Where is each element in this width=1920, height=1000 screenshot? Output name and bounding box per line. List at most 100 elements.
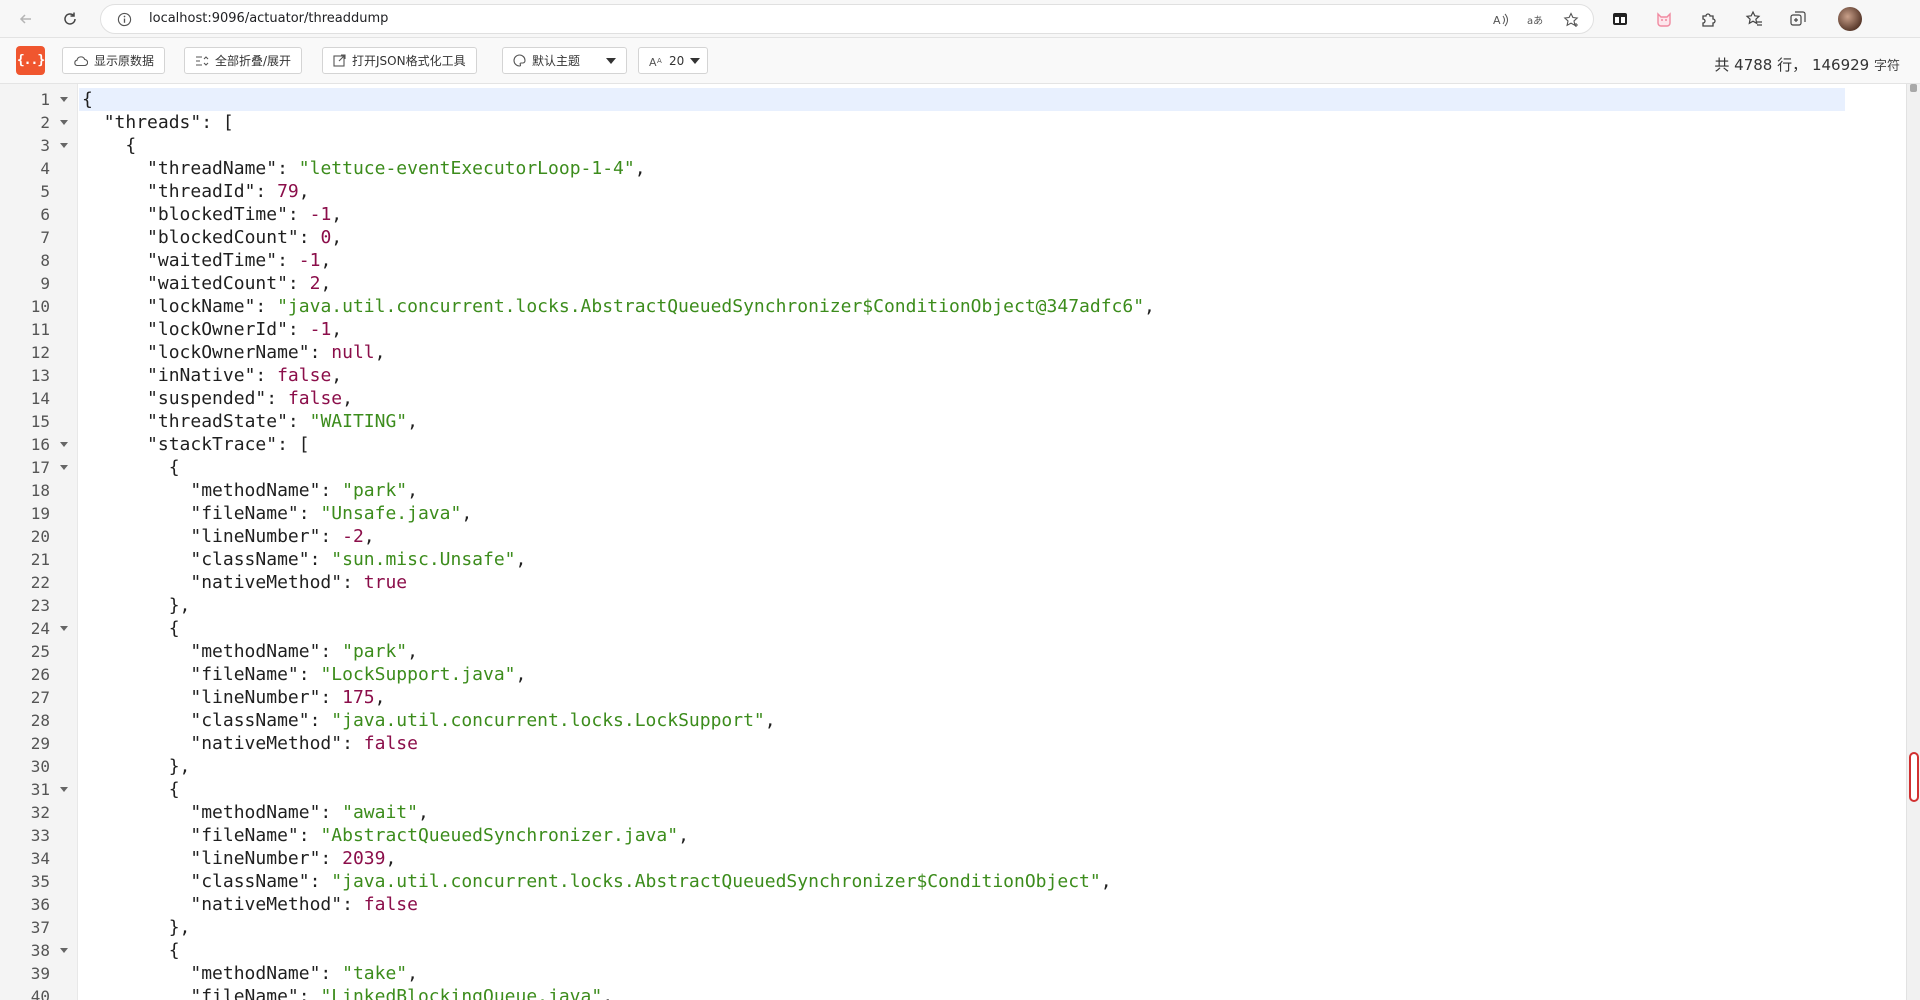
code-line[interactable]: "className": "java.util.concurrent.locks…: [82, 870, 1111, 893]
code-line[interactable]: "nativeMethod": true: [82, 571, 407, 594]
line-number: 27: [30, 688, 50, 707]
code-line[interactable]: "methodName": "park",: [82, 479, 418, 502]
line-number: 6: [40, 205, 50, 224]
json-punctuation: {: [82, 779, 180, 800]
code-line[interactable]: },: [82, 916, 191, 939]
code-line[interactable]: "stackTrace": [: [82, 433, 310, 456]
profile-avatar[interactable]: [1838, 7, 1862, 31]
json-key: "nativeMethod": [190, 572, 343, 593]
code-line[interactable]: "inNative": false,: [82, 364, 342, 387]
code-line[interactable]: },: [82, 594, 191, 617]
gutter-line: 7: [0, 226, 78, 249]
code-line[interactable]: "suspended": false,: [82, 387, 353, 410]
code-line[interactable]: "waitedCount": 2,: [82, 272, 331, 295]
code-line[interactable]: "nativeMethod": false: [82, 893, 418, 916]
code-line[interactable]: "threadName": "lettuce-eventExecutorLoop…: [82, 157, 646, 180]
gutter-line: 4: [0, 157, 78, 180]
code-line[interactable]: "fileName": "AbstractQueuedSynchronizer.…: [82, 824, 689, 847]
code-content[interactable]: { "threads": [ { "threadName": "lettuce-…: [82, 84, 1842, 1000]
fold-toggle-icon[interactable]: [60, 787, 68, 792]
line-number: 39: [30, 964, 50, 983]
code-line[interactable]: "waitedTime": -1,: [82, 249, 331, 272]
fold-toggle-icon[interactable]: [60, 626, 68, 631]
json-punctuation: [82, 365, 147, 386]
gutter-line: 11: [0, 318, 78, 341]
read-aloud-icon[interactable]: A: [1493, 12, 1509, 28]
fold-toggle-icon[interactable]: [60, 948, 68, 953]
gutter-line: 25: [0, 640, 78, 663]
code-line[interactable]: "fileName": "LockSupport.java",: [82, 663, 526, 686]
fold-toggle-icon[interactable]: [60, 143, 68, 148]
info-icon[interactable]: [117, 12, 132, 31]
scrollbar-thumb[interactable]: [1909, 752, 1919, 802]
json-punctuation: ,: [407, 411, 418, 432]
toggle-fold-button[interactable]: 全部折叠/展开: [184, 47, 303, 74]
fold-toggle-icon[interactable]: [60, 97, 68, 102]
collections-icon[interactable]: [1788, 9, 1808, 29]
code-line[interactable]: "lineNumber": 175,: [82, 686, 385, 709]
font-size-icon: AA: [649, 56, 662, 67]
code-line[interactable]: {: [82, 617, 180, 640]
code-line[interactable]: "nativeMethod": false: [82, 732, 418, 755]
vertical-scrollbar[interactable]: [1906, 84, 1920, 1000]
code-line[interactable]: "blockedCount": 0,: [82, 226, 342, 249]
json-punctuation: ,: [602, 986, 614, 1000]
code-line[interactable]: {: [82, 134, 136, 157]
json-punctuation: },: [82, 595, 191, 616]
code-line[interactable]: "methodName": "await",: [82, 801, 428, 824]
json-key: "lineNumber": [190, 687, 321, 708]
show-raw-button[interactable]: 显示原数据: [62, 47, 166, 74]
json-key: "className": [190, 871, 310, 892]
code-line[interactable]: "fileName": "Unsafe.java",: [82, 502, 472, 525]
code-line[interactable]: },: [82, 755, 191, 778]
json-literal: false: [277, 365, 332, 386]
theme-select[interactable]: 默认主题: [502, 47, 627, 74]
url-text[interactable]: localhost:9096/actuator/threaddump: [149, 11, 388, 26]
code-line[interactable]: {: [82, 88, 93, 111]
json-key: "waitedTime": [147, 250, 278, 271]
extensions-puzzle-icon[interactable]: [1698, 9, 1718, 29]
translate-icon[interactable]: aあ: [1527, 12, 1543, 28]
json-punctuation: ,: [331, 365, 343, 386]
fold-toggle-icon[interactable]: [60, 120, 68, 125]
json-editor[interactable]: 1 2 3 4 5 6 7 8 9 10 11 12 13 14 15 16 17 18 19 20 21 22 23 24 2…: [0, 84, 1920, 1000]
svg-text:aあ: aあ: [1527, 15, 1543, 27]
json-punctuation: ,: [374, 687, 386, 708]
code-line[interactable]: "threadState": "WAITING",: [82, 410, 418, 433]
code-line[interactable]: "lockOwnerId": -1,: [82, 318, 342, 341]
code-line[interactable]: "fileName": "LinkedBlockingQueue.java",: [82, 985, 613, 1000]
json-string: "lettuce-eventExecutorLoop-1-4": [298, 158, 635, 179]
font-size-select[interactable]: AA 20: [638, 47, 708, 74]
theme-label: 默认主题: [532, 54, 581, 68]
favorites-icon[interactable]: [1744, 9, 1764, 29]
json-key: "suspended": [147, 388, 267, 409]
code-line[interactable]: "className": "java.util.concurrent.locks…: [82, 709, 775, 732]
line-number: 5: [40, 182, 50, 201]
code-line[interactable]: "className": "sun.misc.Unsafe",: [82, 548, 526, 571]
fold-toggle-icon[interactable]: [60, 442, 68, 447]
code-line[interactable]: "threads": [: [82, 111, 234, 134]
code-line[interactable]: "lineNumber": 2039,: [82, 847, 396, 870]
open-formatter-button[interactable]: 打开JSON格式化工具: [322, 47, 477, 74]
address-bar[interactable]: localhost:9096/actuator/threaddump A aあ: [100, 4, 1594, 34]
code-line[interactable]: {: [82, 456, 180, 479]
back-button[interactable]: [12, 5, 40, 33]
svg-text:A: A: [649, 56, 657, 67]
code-line[interactable]: "lineNumber": -2,: [82, 525, 374, 548]
code-line[interactable]: "methodName": "take",: [82, 962, 418, 985]
code-line[interactable]: "lockName": "java.util.concurrent.locks.…: [82, 295, 1155, 318]
add-favorite-icon[interactable]: [1563, 12, 1579, 28]
gutter-line: 16: [0, 433, 78, 456]
code-line[interactable]: "blockedTime": -1,: [82, 203, 342, 226]
code-line[interactable]: {: [82, 778, 180, 801]
json-punctuation: :: [298, 825, 321, 846]
extension-toolbar-icon[interactable]: [1610, 9, 1630, 29]
code-line[interactable]: "threadId": 79,: [82, 180, 310, 203]
code-line[interactable]: "methodName": "park",: [82, 640, 418, 663]
code-line[interactable]: {: [82, 939, 180, 962]
code-line[interactable]: "lockOwnerName": null,: [82, 341, 385, 364]
json-punctuation: ,: [342, 388, 353, 409]
fold-toggle-icon[interactable]: [60, 465, 68, 470]
reload-button[interactable]: [56, 5, 84, 33]
cat-extension-icon[interactable]: [1654, 9, 1674, 29]
